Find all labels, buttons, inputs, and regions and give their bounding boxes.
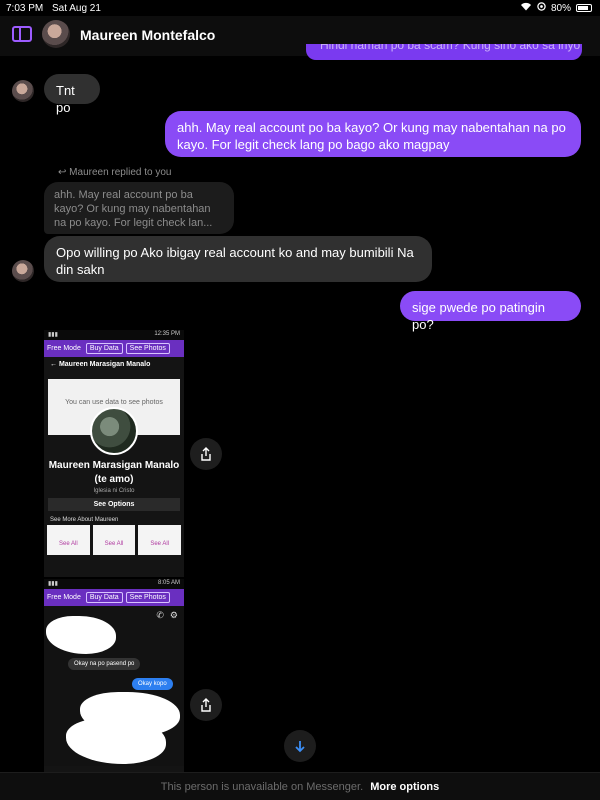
wifi-icon (520, 2, 532, 14)
previous-outgoing-message[interactable]: Hindi naman po ba scam? Kung sino ako sa… (306, 44, 582, 60)
unavailable-footer: This person is unavailable on Messenger.… (0, 772, 600, 800)
share-button[interactable] (190, 689, 222, 721)
settings-icon: ⚙ (169, 610, 178, 620)
image-mode-bar: Free Mode Buy Data See Photos (44, 340, 184, 357)
battery-percent: 80% (550, 2, 571, 14)
photo-tile: See All (138, 525, 182, 555)
status-date: Sat Aug 21 (52, 3, 101, 14)
quoted-message[interactable]: ahh. May real account po ba kayo? Or kun… (44, 182, 234, 234)
contact-avatar[interactable] (42, 20, 70, 48)
status-bar: 7:03 PM Sat Aug 21 80% (0, 0, 600, 16)
sender-avatar (12, 80, 34, 102)
photo-tiles: See All See All See All (44, 525, 184, 555)
reply-arrow-icon: ↩ (58, 167, 70, 178)
profile-church: Iglesia ni Cristo (93, 488, 135, 494)
more-options-link[interactable]: More options (370, 781, 439, 793)
conversation-header: Maureen Montefalco Hindi naman po ba sca… (0, 16, 600, 60)
see-options-button: See Options (48, 498, 180, 511)
share-icon (201, 447, 211, 461)
see-more-about: See More About Maureen (50, 517, 119, 523)
shared-image-profile[interactable]: ▮▮▮ 12:35 PM Free Mode Buy Data See Phot… (44, 330, 184, 577)
share-button[interactable] (190, 438, 222, 470)
image-outgoing-message: Okay kopo (132, 678, 173, 690)
profile-name: Maureen Marasigan Manalo (te amo) (48, 460, 180, 485)
signal-icon: ▮▮▮ (48, 332, 58, 338)
status-indicators: 80% (520, 2, 592, 14)
arrow-down-icon (295, 741, 305, 753)
phone-icon: ✆ (156, 610, 164, 620)
profile-picture (90, 407, 138, 455)
image-nav-title: ← Maureen Marasigan Manalo (50, 361, 151, 368)
contact-name[interactable]: Maureen Montefalco (80, 27, 215, 43)
image-status-bar: ▮▮▮ 12:35 PM (44, 330, 184, 340)
battery-icon (576, 4, 592, 12)
image-status-bar: ▮▮▮ 8:05 AM (44, 579, 184, 589)
unavailable-note: This person is unavailable on Messenger. (160, 781, 364, 793)
sidebar-toggle-icon[interactable] (12, 26, 32, 42)
signal-icon: ▮▮▮ (48, 581, 58, 587)
reply-indicator: ↩ Maureen replied to you (58, 167, 172, 178)
photo-tile: See All (47, 525, 90, 555)
photo-tile: See All (92, 525, 136, 555)
status-time: 7:03 PM (6, 3, 44, 14)
redaction-scribble (66, 718, 166, 764)
incoming-message[interactable]: Opo willing po Ako ibigay real account k… (44, 236, 432, 282)
location-icon (537, 2, 546, 14)
scroll-down-button[interactable] (284, 730, 316, 762)
outgoing-message[interactable]: ahh. May real account po ba kayo? Or kun… (165, 111, 581, 157)
image-mode-bar: Free Mode Buy Data See Photos (44, 589, 184, 606)
share-icon (201, 698, 211, 712)
incoming-message[interactable]: Tnt po (44, 74, 100, 115)
redaction-scribble (46, 616, 116, 654)
back-arrow-icon: ← (50, 361, 59, 368)
shared-image-chat[interactable]: ▮▮▮ 8:05 AM Free Mode Buy Data See Photo… (44, 579, 184, 772)
sender-avatar (12, 260, 34, 282)
image-incoming-message: Okay na po pasend po (68, 658, 141, 670)
image-chat-area: ✆ ⚙ Okay na po pasend po Okay kopo (44, 606, 184, 766)
outgoing-message[interactable]: sige pwede po patingin po? (400, 291, 581, 332)
